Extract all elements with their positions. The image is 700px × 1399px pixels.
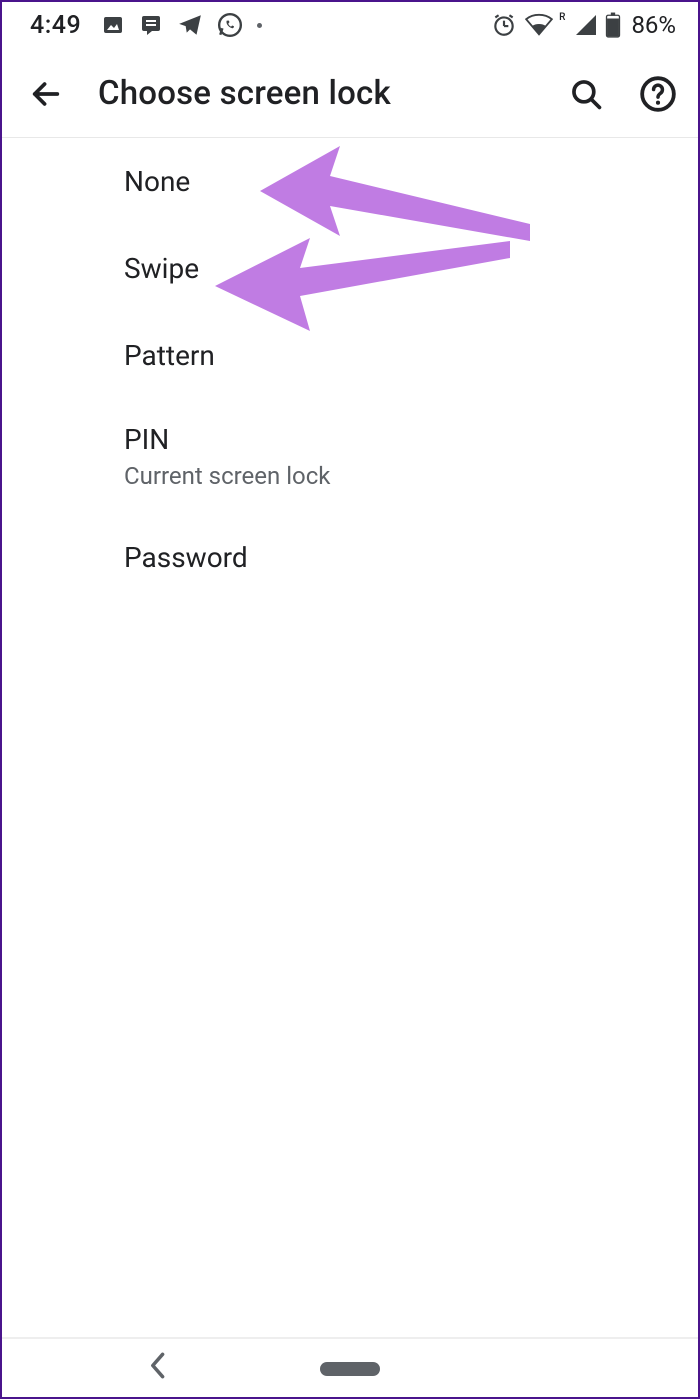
arrow-back-icon — [29, 77, 63, 111]
option-swipe[interactable]: Swipe — [0, 225, 700, 312]
option-password[interactable]: Password — [0, 514, 700, 601]
status-left: 4:49 — [30, 11, 262, 40]
image-icon — [101, 13, 125, 37]
signal-icon — [575, 14, 597, 36]
page-title: Choose screen lock — [98, 74, 534, 113]
option-label: Swipe — [124, 252, 700, 285]
alarm-icon — [491, 12, 517, 38]
more-notifications-dot — [257, 23, 262, 28]
help-button[interactable] — [638, 74, 678, 114]
navigation-bar — [0, 1339, 700, 1399]
search-button[interactable] — [566, 74, 606, 114]
telegram-icon — [177, 12, 203, 38]
whatsapp-icon — [217, 12, 243, 38]
status-time: 4:49 — [30, 11, 81, 40]
option-label: Pattern — [124, 339, 700, 372]
wifi-icon — [525, 13, 553, 37]
nav-home-pill[interactable] — [320, 1362, 380, 1376]
nav-back-button[interactable] — [148, 1352, 166, 1387]
chevron-left-icon — [148, 1352, 166, 1380]
option-label: None — [124, 165, 700, 198]
message-icon — [139, 13, 163, 37]
option-label: PIN — [124, 423, 700, 456]
status-bar: 4:49 R — [0, 0, 700, 50]
option-sublabel: Current screen lock — [124, 462, 700, 490]
option-pin[interactable]: PIN Current screen lock — [0, 399, 700, 514]
help-icon — [639, 75, 677, 113]
battery-percent: 86% — [631, 11, 676, 39]
toolbar: Choose screen lock — [0, 50, 700, 138]
option-pattern[interactable]: Pattern — [0, 312, 700, 399]
back-button[interactable] — [26, 74, 66, 114]
battery-icon — [605, 12, 621, 38]
option-label: Password — [124, 541, 700, 574]
search-icon — [569, 77, 603, 111]
option-none[interactable]: None — [0, 138, 700, 225]
wifi-roaming-label: R — [559, 12, 565, 23]
lock-options-list: None Swipe Pattern PIN Current screen lo… — [0, 138, 700, 1337]
status-right: R 86% — [491, 11, 676, 39]
